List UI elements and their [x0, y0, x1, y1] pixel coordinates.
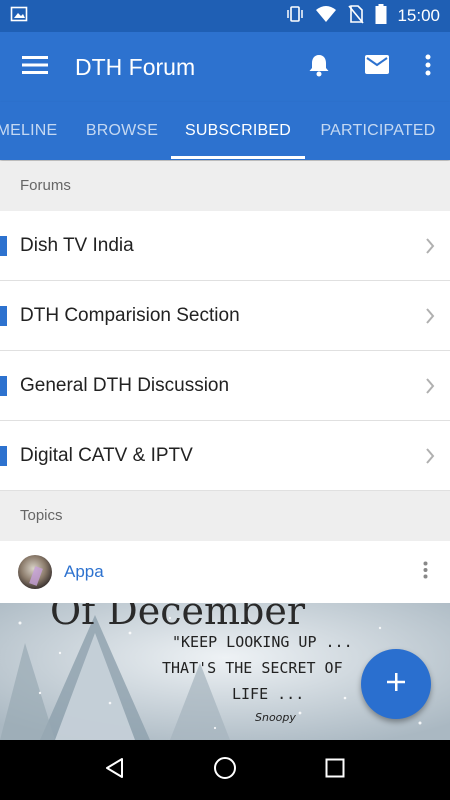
forum-list: Dish TV India DTH Comparision Section Ge… [0, 211, 450, 491]
overflow-menu-button[interactable] [406, 32, 450, 102]
forum-row-dth-comparision[interactable]: DTH Comparision Section [0, 281, 450, 351]
chevron-right-icon [410, 307, 450, 324]
more-vert-icon [423, 561, 428, 584]
image-icon [10, 5, 28, 28]
image-quote-line2: THAT'S THE SECRET OF [162, 659, 343, 677]
status-bar: 15:00 [0, 0, 450, 32]
notifications-button[interactable] [290, 32, 348, 102]
forum-row-digital-catv[interactable]: Digital CATV & IPTV [0, 421, 450, 491]
tab-browse[interactable]: BROWSE [80, 102, 164, 160]
vibrate-icon [285, 4, 305, 29]
topic-more-button[interactable] [400, 561, 450, 584]
add-icon [385, 671, 407, 698]
mail-icon [365, 55, 389, 79]
screen: 15:00 DTH Forum MELINE BROWSE SUBSCRIBED… [0, 0, 450, 800]
app-bar: DTH Forum [0, 32, 450, 102]
hamburger-menu-icon [22, 55, 48, 80]
forum-label: Digital CATV & IPTV [20, 444, 193, 466]
recents-icon [325, 758, 345, 783]
wifi-icon [315, 5, 337, 28]
forum-label: DTH Comparision Section [20, 304, 240, 326]
forum-marker [0, 376, 7, 396]
back-icon [104, 757, 126, 784]
image-signature: Snoopy [255, 711, 296, 724]
chevron-right-icon [410, 377, 450, 394]
chevron-right-icon [410, 447, 450, 464]
topic-author[interactable]: Appa [64, 562, 400, 582]
tab-subscribed[interactable]: SUBSCRIBED [171, 102, 305, 160]
tab-bar: MELINE BROWSE SUBSCRIBED PARTICIPATED [0, 102, 450, 160]
home-button[interactable] [195, 740, 255, 800]
back-button[interactable] [85, 740, 145, 800]
forum-row-general-dth[interactable]: General DTH Discussion [0, 351, 450, 421]
tab-timeline[interactable]: MELINE [0, 102, 62, 160]
add-button[interactable] [361, 649, 431, 719]
tab-participated[interactable]: PARTICIPATED [312, 102, 444, 160]
menu-button[interactable] [0, 32, 70, 102]
avatar[interactable] [18, 555, 52, 589]
battery-icon [375, 3, 387, 29]
more-vert-icon [425, 54, 431, 81]
home-icon [213, 756, 237, 785]
topic-row[interactable]: Appa [0, 541, 450, 603]
forum-marker [0, 236, 7, 256]
messages-button[interactable] [348, 32, 406, 102]
bell-icon [308, 53, 330, 82]
forum-marker [0, 446, 7, 466]
forum-label: General DTH Discussion [20, 374, 230, 396]
forum-row-dish-tv-india[interactable]: Dish TV India [0, 211, 450, 281]
chevron-right-icon [410, 237, 450, 254]
no-sim-icon [347, 4, 365, 29]
recents-button[interactable] [305, 740, 365, 800]
app-title: DTH Forum [75, 53, 196, 80]
system-nav-bar [0, 740, 450, 800]
tab-indicator [171, 156, 305, 159]
image-quote-line3: LIFE ... [232, 685, 305, 703]
forum-marker [0, 306, 7, 326]
image-quote-line1: "KEEP LOOKING UP ... [172, 633, 353, 651]
image-heading: Of December [50, 603, 306, 633]
topics-section-header: Topics [0, 491, 450, 541]
status-time: 15:00 [397, 6, 440, 25]
forums-section-header: Forums [0, 161, 450, 211]
forum-label: Dish TV India [20, 234, 134, 256]
